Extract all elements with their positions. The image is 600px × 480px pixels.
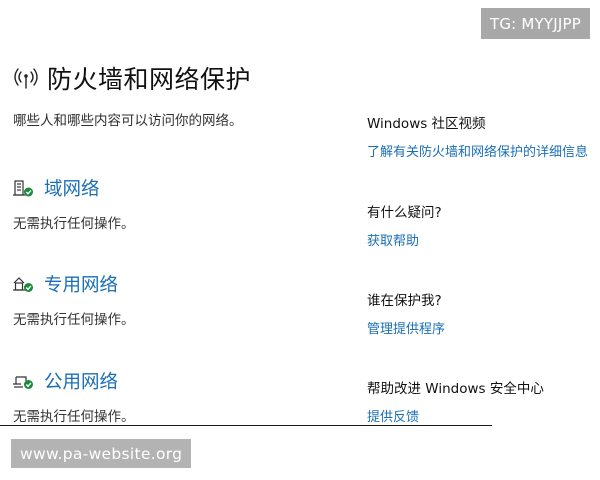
network-domain: 域网络 无需执行任何操作。 (13, 175, 333, 232)
page-header: 防火墙和网络保护 (13, 60, 251, 96)
network-private: 专用网络 无需执行任何操作。 (13, 271, 333, 328)
protector-section: 谁在保护我? 管理提供程序 (367, 289, 592, 337)
domain-network-icon (13, 178, 35, 198)
network-private-status: 无需执行任何操作。 (13, 312, 135, 328)
network-public: 公用网络 无需执行任何操作。 (13, 368, 333, 425)
network-domain-link[interactable]: 域网络 (44, 175, 100, 201)
page-subtitle: 哪些人和哪些内容可以访问你的网络。 (13, 113, 243, 129)
watermark-tg: TG: MYYJJPP (480, 8, 590, 39)
network-public-link[interactable]: 公用网络 (44, 368, 118, 394)
feedback-heading: 帮助改进 Windows 安全中心 (367, 381, 544, 397)
help-section: 有什么疑问? 获取帮助 (367, 201, 592, 249)
network-private-link[interactable]: 专用网络 (44, 271, 118, 297)
learn-more-link[interactable]: 了解有关防火墙和网络保护的详细信息 (367, 141, 592, 160)
community-section: Windows 社区视频 了解有关防火墙和网络保护的详细信息 (367, 112, 592, 160)
get-help-link[interactable]: 获取帮助 (367, 230, 592, 249)
give-feedback-link[interactable]: 提供反馈 (367, 406, 592, 425)
wireless-broadcast-icon (13, 65, 39, 91)
watermark-url: www.pa-website.org (11, 439, 192, 468)
manage-providers-link[interactable]: 管理提供程序 (367, 318, 592, 337)
help-heading: 有什么疑问? (367, 205, 442, 221)
community-heading: Windows 社区视频 (367, 116, 486, 132)
public-network-icon (13, 371, 35, 391)
private-network-icon (13, 274, 35, 294)
divider (0, 425, 492, 426)
protector-heading: 谁在保护我? (367, 293, 442, 309)
network-domain-status: 无需执行任何操作。 (13, 216, 135, 232)
network-public-status: 无需执行任何操作。 (13, 409, 135, 425)
feedback-section: 帮助改进 Windows 安全中心 提供反馈 (367, 377, 592, 425)
page-title: 防火墙和网络保护 (47, 65, 252, 94)
